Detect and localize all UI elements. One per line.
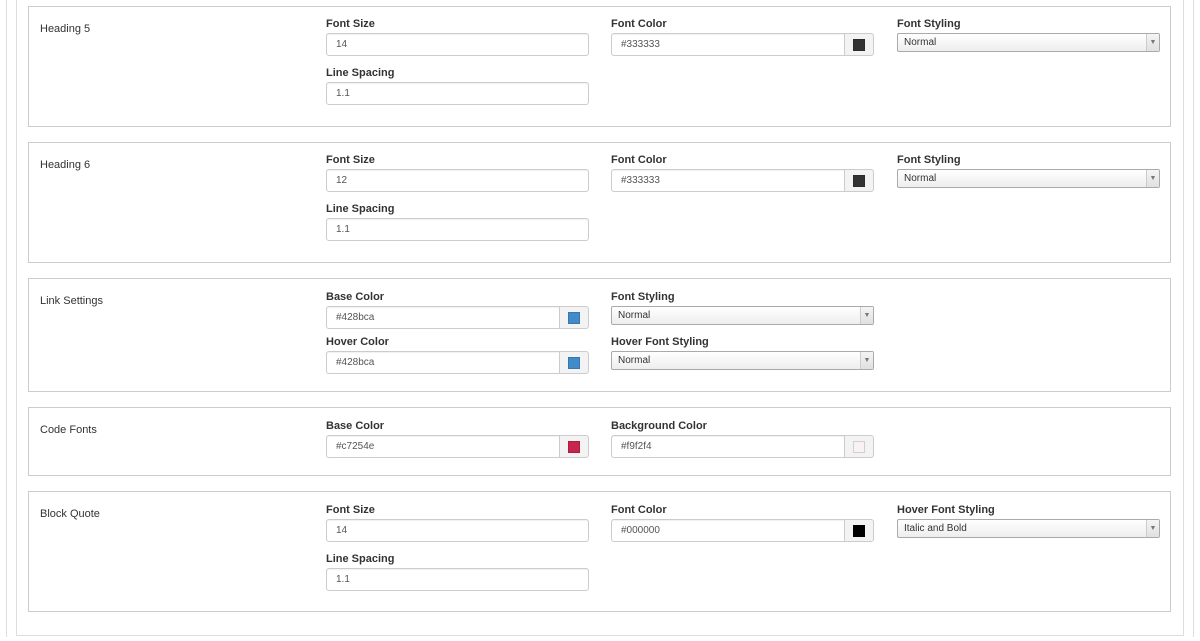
dropdown-arrow-icon: ▼ <box>860 352 873 369</box>
hover-font-styling-select[interactable]: Normal ▼ <box>611 351 874 370</box>
hover-color-field: Hover Color #428bca <box>326 335 589 374</box>
select-value: Italic and Bold <box>904 523 967 534</box>
font-color-field: Font Color #333333 <box>611 153 874 192</box>
base-color-field: Base Color #c7254e <box>326 419 589 458</box>
color-picker-button[interactable] <box>559 351 589 374</box>
background-color-input[interactable]: #f9f2f4 <box>611 435 844 458</box>
base-color-input[interactable]: #c7254e <box>326 435 559 458</box>
section-title: Heading 5 <box>40 23 91 35</box>
color-swatch-icon <box>853 524 865 537</box>
font-styling-select[interactable]: Normal ▼ <box>897 33 1160 52</box>
font-color-input[interactable]: #333333 <box>611 33 844 56</box>
section-title: Block Quote <box>40 508 100 520</box>
line-spacing-input[interactable]: 1.1 <box>326 218 589 241</box>
section-title: Heading 6 <box>40 159 91 171</box>
field-label: Line Spacing <box>326 67 395 79</box>
field-label: Font Color <box>611 18 667 30</box>
font-size-field: Font Size 14 <box>326 503 589 542</box>
font-color-input[interactable]: #333333 <box>611 169 844 192</box>
dropdown-arrow-icon: ▼ <box>1146 520 1159 537</box>
select-value: Normal <box>904 37 937 48</box>
field-label: Font Size <box>326 504 375 516</box>
field-label: Base Color <box>326 420 385 432</box>
field-label: Hover Color <box>326 336 389 348</box>
color-swatch-icon <box>568 356 580 369</box>
color-picker-button[interactable] <box>844 519 874 542</box>
field-label: Hover Font Styling <box>897 504 995 516</box>
font-size-input[interactable]: 14 <box>326 33 589 56</box>
font-styling-field: Font Styling Normal ▼ <box>897 153 1160 188</box>
hover-font-styling-select[interactable]: Italic and Bold ▼ <box>897 519 1160 538</box>
field-label: Font Size <box>326 18 375 30</box>
color-swatch-icon <box>853 174 865 187</box>
block-quote-panel: Block Quote Font Size 14 Line Spacing 1.… <box>28 491 1171 612</box>
field-label: Base Color <box>326 291 385 303</box>
base-color-input[interactable]: #428bca <box>326 306 559 329</box>
color-picker-button[interactable] <box>844 33 874 56</box>
hover-font-styling-field: Hover Font Styling Normal ▼ <box>611 335 874 370</box>
font-styling-field: Font Styling Normal ▼ <box>897 17 1160 52</box>
color-picker-button[interactable] <box>559 306 589 329</box>
field-label: Hover Font Styling <box>611 336 709 348</box>
field-label: Font Styling <box>611 291 675 303</box>
section-title: Link Settings <box>40 295 103 307</box>
hover-color-input[interactable]: #428bca <box>326 351 559 374</box>
field-label: Font Color <box>611 504 667 516</box>
heading-5-panel: Heading 5 Font Size 14 Line Spacing 1.1 … <box>28 6 1171 127</box>
font-size-input[interactable]: 12 <box>326 169 589 192</box>
font-color-field: Font Color #000000 <box>611 503 874 542</box>
font-size-field: Font Size 12 <box>326 153 589 192</box>
code-fonts-panel: Code Fonts Base Color #c7254e Background… <box>28 407 1171 476</box>
heading-6-panel: Heading 6 Font Size 12 Line Spacing 1.1 … <box>28 142 1171 263</box>
color-swatch-icon <box>853 38 865 51</box>
dropdown-arrow-icon: ▼ <box>860 307 873 324</box>
field-label: Font Color <box>611 154 667 166</box>
color-swatch-icon <box>568 440 580 453</box>
select-value: Normal <box>904 173 937 184</box>
background-color-field: Background Color #f9f2f4 <box>611 419 874 458</box>
font-styling-field: Font Styling Normal ▼ <box>611 290 874 325</box>
line-spacing-field: Line Spacing 1.1 <box>326 66 589 105</box>
line-spacing-field: Line Spacing 1.1 <box>326 202 589 241</box>
color-swatch-icon <box>853 440 865 453</box>
font-color-field: Font Color #333333 <box>611 17 874 56</box>
dropdown-arrow-icon: ▼ <box>1146 170 1159 187</box>
select-value: Normal <box>618 310 651 321</box>
color-picker-button[interactable] <box>844 169 874 192</box>
select-value: Normal <box>618 355 651 366</box>
font-styling-select[interactable]: Normal ▼ <box>897 169 1160 188</box>
font-styling-select[interactable]: Normal ▼ <box>611 306 874 325</box>
base-color-field: Base Color #428bca <box>326 290 589 329</box>
color-picker-button[interactable] <box>559 435 589 458</box>
line-spacing-input[interactable]: 1.1 <box>326 82 589 105</box>
field-label: Font Size <box>326 154 375 166</box>
font-size-input[interactable]: 14 <box>326 519 589 542</box>
field-label: Font Styling <box>897 18 961 30</box>
line-spacing-field: Line Spacing 1.1 <box>326 552 589 591</box>
color-swatch-icon <box>568 311 580 324</box>
font-color-input[interactable]: #000000 <box>611 519 844 542</box>
line-spacing-input[interactable]: 1.1 <box>326 568 589 591</box>
link-settings-panel: Link Settings Base Color #428bca Hover C… <box>28 278 1171 392</box>
dropdown-arrow-icon: ▼ <box>1146 34 1159 51</box>
field-label: Font Styling <box>897 154 961 166</box>
field-label: Line Spacing <box>326 553 395 565</box>
font-size-field: Font Size 14 <box>326 17 589 56</box>
hover-font-styling-field: Hover Font Styling Italic and Bold ▼ <box>897 503 1160 538</box>
section-title: Code Fonts <box>40 424 97 436</box>
field-label: Background Color <box>611 420 707 432</box>
field-label: Line Spacing <box>326 203 395 215</box>
color-picker-button[interactable] <box>844 435 874 458</box>
